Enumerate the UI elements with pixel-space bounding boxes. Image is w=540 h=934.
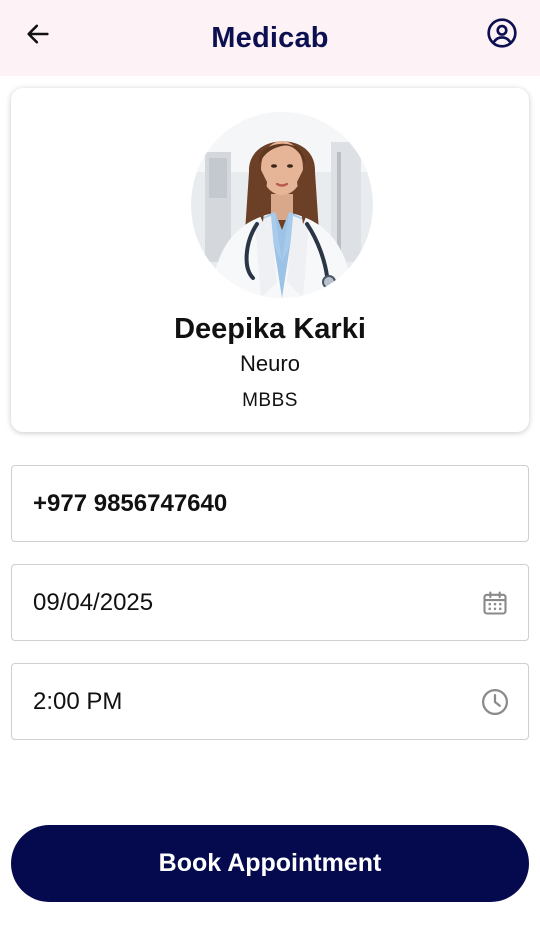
arrow-left-icon — [27, 24, 49, 44]
time-field[interactable]: 2:00 PM — [11, 663, 529, 740]
doctor-card: Deepika Karki Neuro MBBS — [11, 88, 529, 432]
date-picker-button[interactable] — [480, 588, 510, 618]
app-bar: Medicab — [0, 0, 540, 76]
back-button[interactable] — [20, 16, 56, 52]
book-appointment-button[interactable]: Book Appointment — [11, 825, 529, 902]
clock-icon — [482, 688, 508, 715]
doctor-specialty: Neuro — [240, 351, 300, 376]
phone-value: +977 9856747640 — [33, 489, 228, 517]
date-value: 09/04/2025 — [33, 588, 154, 616]
book-appointment-label: Book Appointment — [158, 849, 382, 877]
phone-field[interactable]: +977 9856747640 — [11, 465, 529, 542]
profile-button[interactable] — [484, 15, 520, 51]
time-picker-button[interactable] — [480, 687, 510, 717]
calendar-icon — [483, 590, 507, 615]
doctor-degree: MBBS — [242, 390, 298, 411]
date-field[interactable]: 09/04/2025 — [11, 564, 529, 641]
app-title: Medicab — [211, 21, 329, 54]
time-value: 2:00 PM — [33, 687, 123, 715]
account-circle-icon — [487, 18, 517, 48]
doctor-name: Deepika Karki — [174, 313, 366, 345]
doctor-photo — [191, 112, 373, 298]
